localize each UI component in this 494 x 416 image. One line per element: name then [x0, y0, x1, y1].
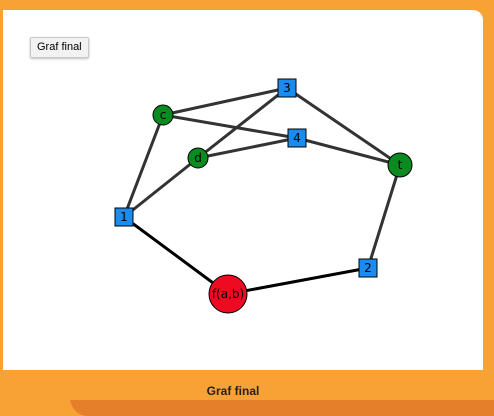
node-d-label: d: [194, 151, 202, 165]
node-t-label: t: [398, 158, 403, 172]
node-fab[interactable]: f(a,b): [208, 274, 248, 314]
app-frame: c d t 3 4 1 2 f(a,b) Graf final Graf final: [0, 0, 494, 416]
node-3[interactable]: 3: [277, 78, 297, 98]
graph-canvas: c d t 3 4 1 2 f(a,b): [114, 78, 413, 314]
node-1[interactable]: 1: [114, 207, 134, 227]
node-4[interactable]: 4: [287, 128, 307, 148]
footer-caption: Graf final: [206, 384, 260, 398]
node-2-label: 2: [364, 261, 372, 275]
edge-fab-2: [226, 266, 370, 296]
edge-3-t: [285, 86, 402, 167]
edge-t-2: [366, 163, 402, 270]
node-c[interactable]: c: [152, 104, 174, 126]
node-2[interactable]: 2: [358, 258, 378, 278]
node-t[interactable]: t: [387, 152, 413, 178]
graph-nodes: c d t 3 4 1 2 f(a,b): [114, 78, 413, 314]
node-d[interactable]: d: [187, 147, 209, 169]
edge-4-t: [295, 136, 402, 167]
node-3-label: 3: [283, 81, 291, 95]
node-c-label: c: [160, 108, 167, 122]
node-fab-label: f(a,b): [212, 287, 244, 301]
graf-final-button[interactable]: Graf final: [30, 37, 89, 58]
node-4-label: 4: [293, 131, 301, 145]
node-1-label: 1: [120, 210, 128, 224]
